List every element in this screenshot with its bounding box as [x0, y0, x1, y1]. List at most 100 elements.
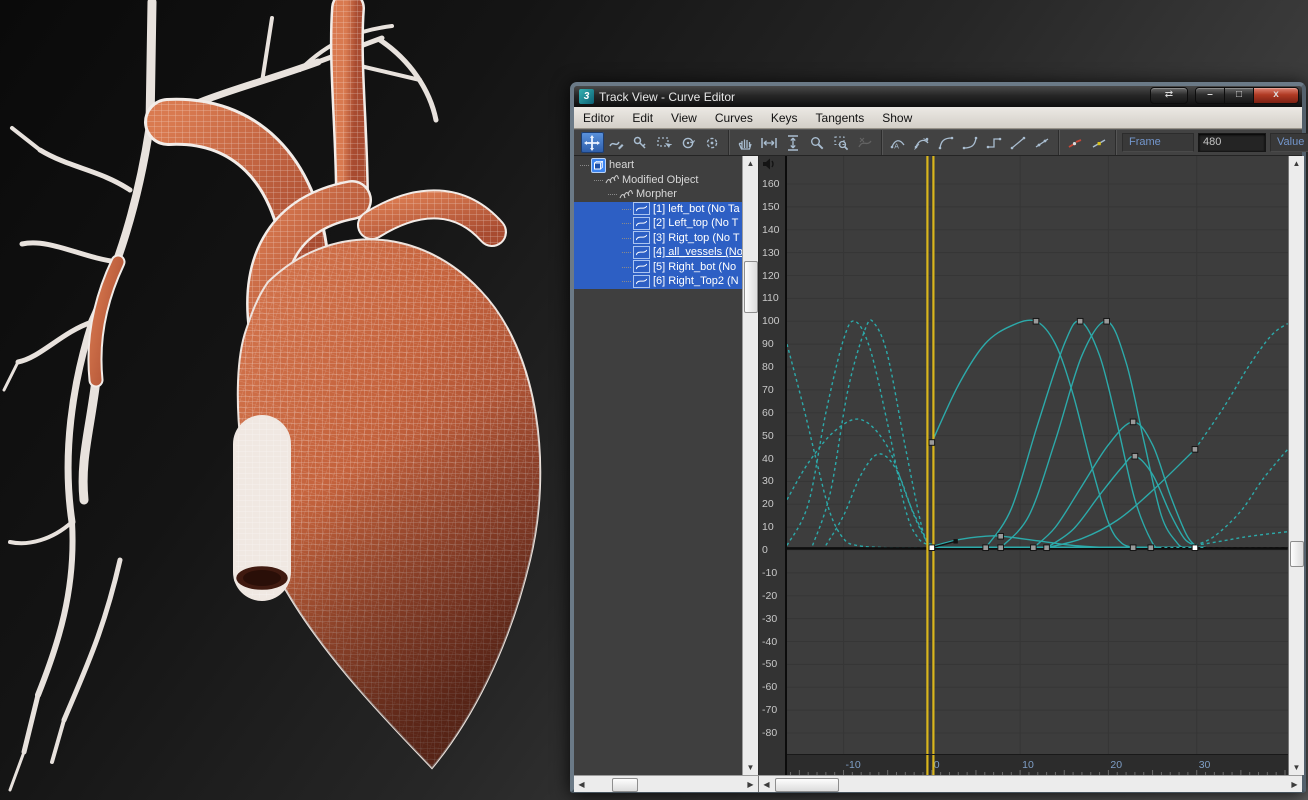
- curve-dashed-rise-1[interactable]: [1195, 324, 1288, 450]
- time-slider-line[interactable]: [932, 156, 934, 755]
- menu-item-curves[interactable]: Curves: [706, 111, 762, 125]
- key[interactable]: [1130, 545, 1136, 551]
- tree-scroll-thumb[interactable]: [744, 261, 758, 313]
- pan-hand-button[interactable]: [734, 132, 757, 153]
- scroll-right-arrow[interactable]: ▶: [1287, 777, 1302, 792]
- curve-dashed-bell-2[interactable]: [813, 320, 932, 546]
- menu-item-edit[interactable]: Edit: [623, 111, 662, 125]
- key[interactable]: [1044, 545, 1050, 551]
- curve-plot-area[interactable]: -100102030: [785, 156, 1288, 775]
- scroll-down-arrow[interactable]: ▼: [743, 760, 758, 775]
- key[interactable]: [1132, 453, 1138, 459]
- tree-horizontal-scrollbar[interactable]: ◀ ▶: [574, 775, 759, 792]
- scroll-left-arrow[interactable]: ◀: [759, 777, 774, 792]
- key[interactable]: [1031, 545, 1037, 551]
- curve-dashed-rise-2[interactable]: [1195, 449, 1288, 545]
- tree-node[interactable]: Modified Object: [574, 173, 742, 188]
- close-button[interactable]: x: [1254, 87, 1299, 104]
- curve-dashed-bell-4[interactable]: [826, 454, 928, 546]
- isolate-curve-button[interactable]: [854, 132, 877, 153]
- curves-canvas[interactable]: [787, 156, 1288, 755]
- time-ruler[interactable]: -100102030: [787, 754, 1288, 775]
- scroll-down-arrow[interactable]: ▼: [1289, 760, 1304, 775]
- tree-node[interactable]: heart: [574, 158, 742, 173]
- curve-solid-bell-4[interactable]: [1033, 422, 1195, 548]
- curve-editor-pane: 1601501401301201101009080706050403020100…: [759, 156, 1304, 775]
- curve-hscroll-thumb[interactable]: [775, 778, 839, 792]
- tree-node[interactable]: [4] all_vessels (No: [574, 245, 742, 260]
- scroll-up-arrow[interactable]: ▲: [1289, 156, 1304, 171]
- tree-node[interactable]: [5] Right_bot (No: [574, 260, 742, 275]
- curve-vertical-scrollbar[interactable]: ▲ ▼: [1288, 156, 1304, 775]
- key-selected[interactable]: [1192, 545, 1198, 551]
- tangent-fast-button[interactable]: [935, 132, 958, 153]
- key[interactable]: [998, 533, 1004, 539]
- track-curve-icon: [633, 260, 650, 273]
- tree-node[interactable]: [6] Right_Top2 (N: [574, 274, 742, 289]
- scroll-up-arrow[interactable]: ▲: [743, 156, 758, 171]
- tree-node[interactable]: [1] left_bot (No Ta: [574, 202, 742, 217]
- zoom-horizontal-extents-button[interactable]: [758, 132, 781, 153]
- scroll-right-arrow[interactable]: ▶: [743, 777, 758, 792]
- tangent-step-button[interactable]: [983, 132, 1006, 153]
- key[interactable]: [1077, 318, 1083, 324]
- tree-node[interactable]: [2] Left_top (No T: [574, 216, 742, 231]
- mute-speaker-icon[interactable]: [762, 158, 776, 170]
- key[interactable]: [1148, 545, 1154, 551]
- move-keys-button[interactable]: [581, 132, 604, 153]
- draw-curves-button[interactable]: [605, 132, 628, 153]
- minimize-button[interactable]: –: [1195, 87, 1225, 104]
- value-axis-label: 70: [762, 384, 774, 396]
- zoom-button[interactable]: [806, 132, 829, 153]
- frame-input[interactable]: 480: [1198, 133, 1266, 152]
- scroll-left-arrow[interactable]: ◀: [574, 777, 589, 792]
- tangent-linear-button[interactable]: [1007, 132, 1030, 153]
- slide-keys-button[interactable]: [677, 132, 700, 153]
- key[interactable]: [998, 545, 1004, 551]
- key[interactable]: [983, 545, 989, 551]
- tree-node[interactable]: Morpher: [574, 187, 742, 202]
- tree-node[interactable]: [3] Rigt_top (No T: [574, 231, 742, 246]
- maximize-button[interactable]: □: [1225, 87, 1254, 104]
- menu-item-view[interactable]: View: [662, 111, 706, 125]
- tangent-spline-button[interactable]: [911, 132, 934, 153]
- toolbar: AFrame480Value: [574, 129, 1302, 156]
- curve-horizontal-scrollbar[interactable]: ◀ ▶: [759, 775, 1302, 792]
- curve-scroll-thumb[interactable]: [1290, 541, 1304, 567]
- modifier-icon: [619, 189, 633, 200]
- curve-dashed-fall[interactable]: [787, 344, 932, 548]
- key[interactable]: [1033, 318, 1039, 324]
- unify-tangents-button[interactable]: [1088, 132, 1111, 153]
- curve-solid-bell-2[interactable]: [986, 321, 1162, 548]
- menu-item-tangents[interactable]: Tangents: [807, 111, 874, 125]
- key[interactable]: [1192, 447, 1198, 453]
- key-selected[interactable]: [929, 545, 935, 551]
- value-axis-label: 20: [762, 498, 774, 510]
- break-tangents-button[interactable]: [1064, 132, 1087, 153]
- toggle-layout-button[interactable]: ⇄: [1150, 87, 1188, 104]
- add-keys-button[interactable]: [629, 132, 652, 153]
- menu-item-editor[interactable]: Editor: [574, 111, 623, 125]
- tree-hscroll-thumb[interactable]: [612, 778, 638, 792]
- tangent-smooth-button[interactable]: [1031, 132, 1054, 153]
- time-slider-line[interactable]: [926, 156, 928, 755]
- value-label: Value: [1270, 133, 1308, 152]
- curve-dashed-rise-3[interactable]: [1195, 532, 1288, 546]
- titlebar[interactable]: 3 Track View - Curve Editor ⇄ – □ x: [574, 86, 1302, 107]
- curve-dashed-bell-1[interactable]: [787, 321, 932, 545]
- curve-solid-bell-3[interactable]: [1001, 321, 1185, 548]
- tree-vertical-scrollbar[interactable]: ▲ ▼: [742, 156, 758, 775]
- key[interactable]: [929, 440, 935, 446]
- key[interactable]: [1130, 419, 1136, 425]
- key[interactable]: [1104, 318, 1110, 324]
- menu-item-show[interactable]: Show: [873, 111, 921, 125]
- zoom-region-button[interactable]: [830, 132, 853, 153]
- tangent-handle[interactable]: [953, 539, 957, 543]
- tangent-auto-button[interactable]: A: [887, 132, 910, 153]
- curve-solid-bell-1[interactable]: [932, 320, 1135, 548]
- scale-keys-button[interactable]: [701, 132, 724, 153]
- region-select-button[interactable]: [653, 132, 676, 153]
- zoom-value-extents-button[interactable]: [782, 132, 805, 153]
- menu-item-keys[interactable]: Keys: [762, 111, 807, 125]
- tangent-slow-button[interactable]: [959, 132, 982, 153]
